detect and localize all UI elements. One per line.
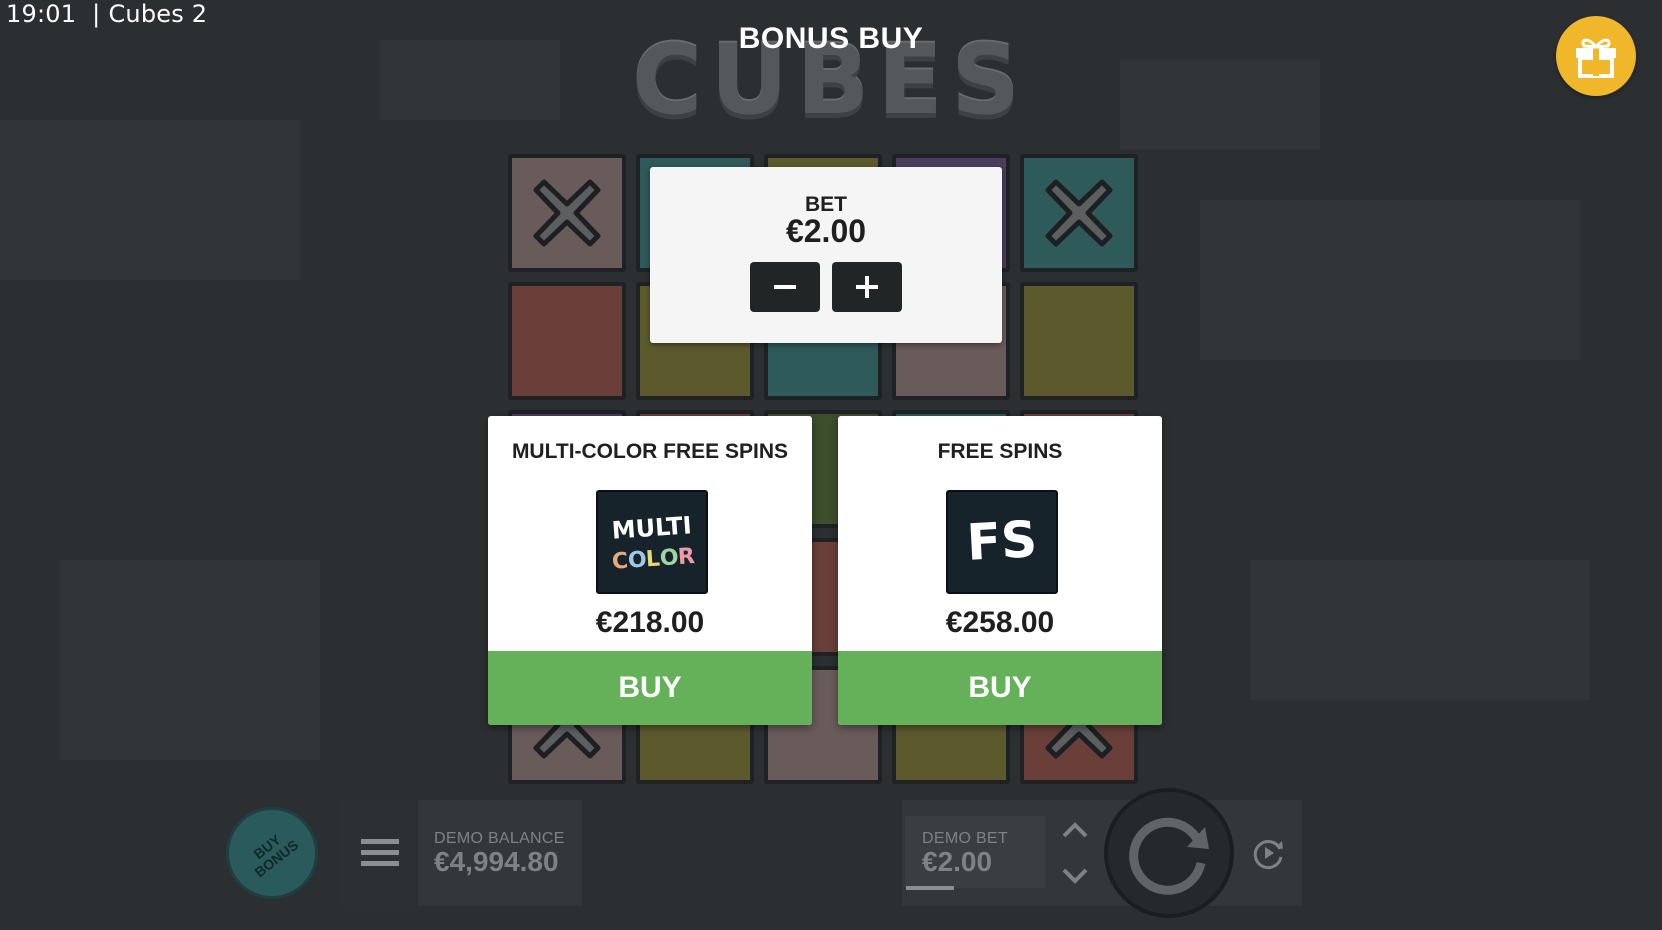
page-title: BONUS BUY (738, 22, 924, 55)
gift-button[interactable] (1556, 16, 1636, 96)
spin-icon (1129, 817, 1209, 895)
multi-color-icon: MULTI C O L O R (596, 490, 708, 594)
hamburger-menu-icon (361, 839, 399, 866)
offer-title: MULTI-COLOR FREE SPINS (511, 440, 789, 463)
spin-button[interactable] (1104, 788, 1234, 918)
color-letter: C (611, 549, 629, 575)
multi-color-logo: MULTI C O L O R (611, 511, 696, 575)
buy-bonus-button[interactable]: BUY BONUS (226, 807, 318, 899)
offer-title: FREE SPINS (937, 440, 1063, 463)
free-spins-icon: FS (946, 490, 1058, 594)
background-shape (0, 120, 300, 280)
bet-panel: BET €2.00 (650, 167, 1002, 343)
buy-bonus-label: BUY BONUS (229, 815, 315, 892)
decrease-bet-button[interactable] (750, 262, 820, 312)
cube-cell (1020, 282, 1138, 400)
chevron-up-icon[interactable] (1060, 820, 1090, 840)
offer-card-free-spins: FREE SPINS FS €258.00 BUY (838, 416, 1162, 725)
background-shape (60, 560, 320, 760)
autoplay-icon (1253, 840, 1283, 870)
fs-logo: FS (965, 510, 1038, 572)
color-letter: R (677, 544, 696, 570)
background-shape (1200, 200, 1580, 360)
buy-free-spins-button[interactable]: BUY (838, 651, 1162, 725)
background-shape (1120, 60, 1320, 150)
bet-value: €2.00 (785, 213, 867, 249)
cube-cell (508, 282, 626, 400)
background-shape (1250, 560, 1590, 700)
cube-cell (508, 154, 626, 272)
offer-card-multi-color: MULTI-COLOR FREE SPINS MULTI C O L O R €… (488, 416, 812, 725)
menu-button[interactable] (342, 800, 418, 906)
cube-cell (1020, 154, 1138, 272)
gift-icon (1576, 38, 1616, 78)
fs-text: FS (965, 510, 1038, 572)
plus-icon (856, 276, 878, 298)
balance-value: €4,994.80 (434, 846, 559, 877)
minus-icon (774, 285, 796, 289)
offer-price: €218.00 (595, 606, 705, 639)
bet-display-value: €2.00 (922, 846, 993, 877)
bet-adjust-arrows (1050, 820, 1100, 886)
x-symbol-icon (533, 179, 601, 247)
autoplay-button[interactable] (1246, 822, 1290, 884)
multi-text: MULTI (611, 511, 693, 545)
offer-price: €258.00 (945, 606, 1055, 639)
bet-indicator (906, 886, 954, 890)
x-symbol-icon (1045, 179, 1113, 247)
buy-multi-color-button[interactable]: BUY (488, 651, 812, 725)
chevron-down-icon[interactable] (1060, 866, 1090, 886)
increase-bet-button[interactable] (832, 262, 902, 312)
